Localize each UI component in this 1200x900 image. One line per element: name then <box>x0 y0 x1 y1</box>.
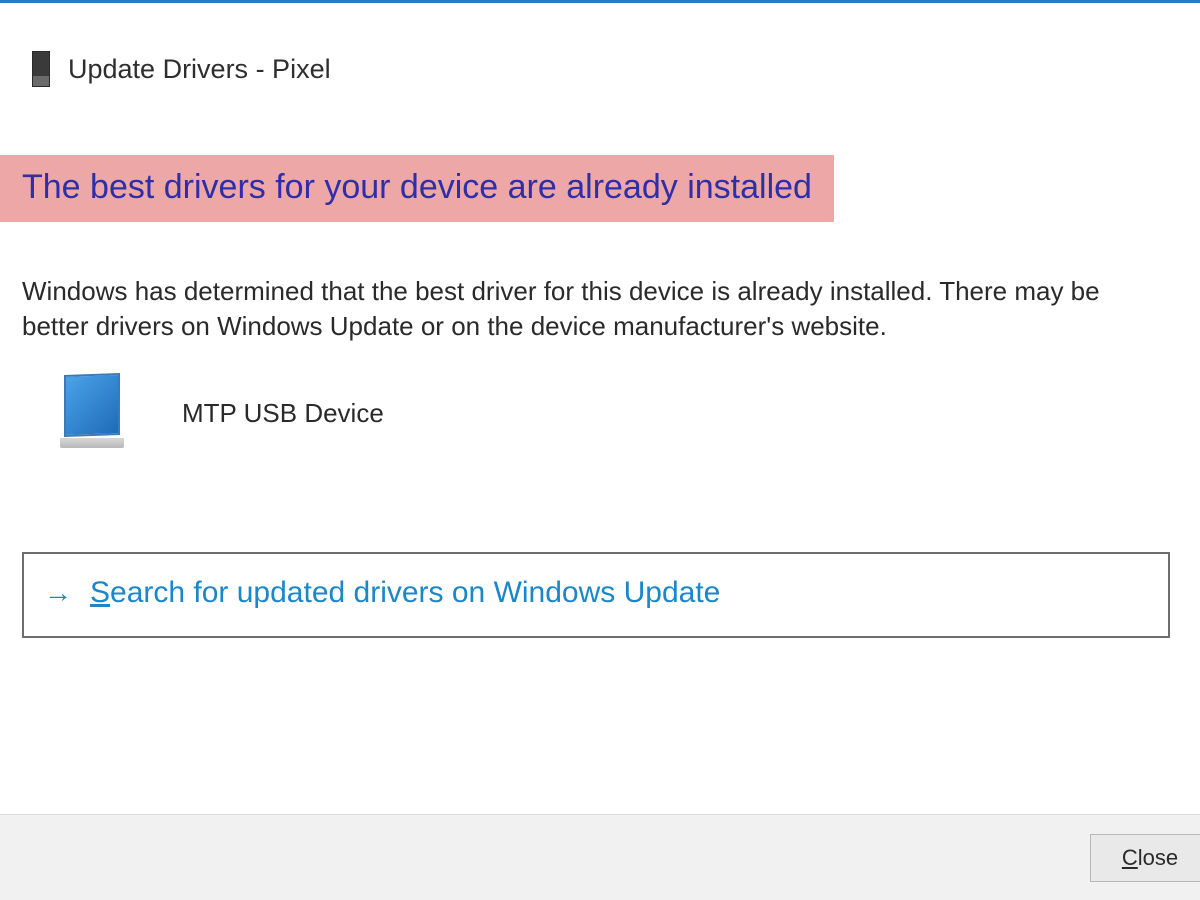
main-heading-container: The best drivers for your device are alr… <box>0 155 1200 222</box>
close-button[interactable]: Close <box>1090 834 1200 882</box>
search-windows-update-link[interactable]: → Search for updated drivers on Windows … <box>22 552 1170 638</box>
device-info-row: MTP USB Device <box>0 374 1200 454</box>
dialog-header: Update Drivers - Pixel <box>0 3 1200 87</box>
device-small-icon <box>32 51 50 87</box>
device-name-label: MTP USB Device <box>182 398 384 429</box>
link-label: Search for updated drivers on Windows Up… <box>90 576 720 610</box>
update-drivers-dialog: Update Drivers - Pixel The best drivers … <box>0 0 1200 900</box>
dialog-footer: Close <box>0 814 1200 900</box>
arrow-right-icon: → <box>44 579 72 607</box>
body-description: Windows has determined that the best dri… <box>0 274 1200 344</box>
dialog-title: Update Drivers - Pixel <box>68 54 331 85</box>
device-monitor-icon <box>60 374 126 454</box>
main-heading: The best drivers for your device are alr… <box>0 155 834 222</box>
